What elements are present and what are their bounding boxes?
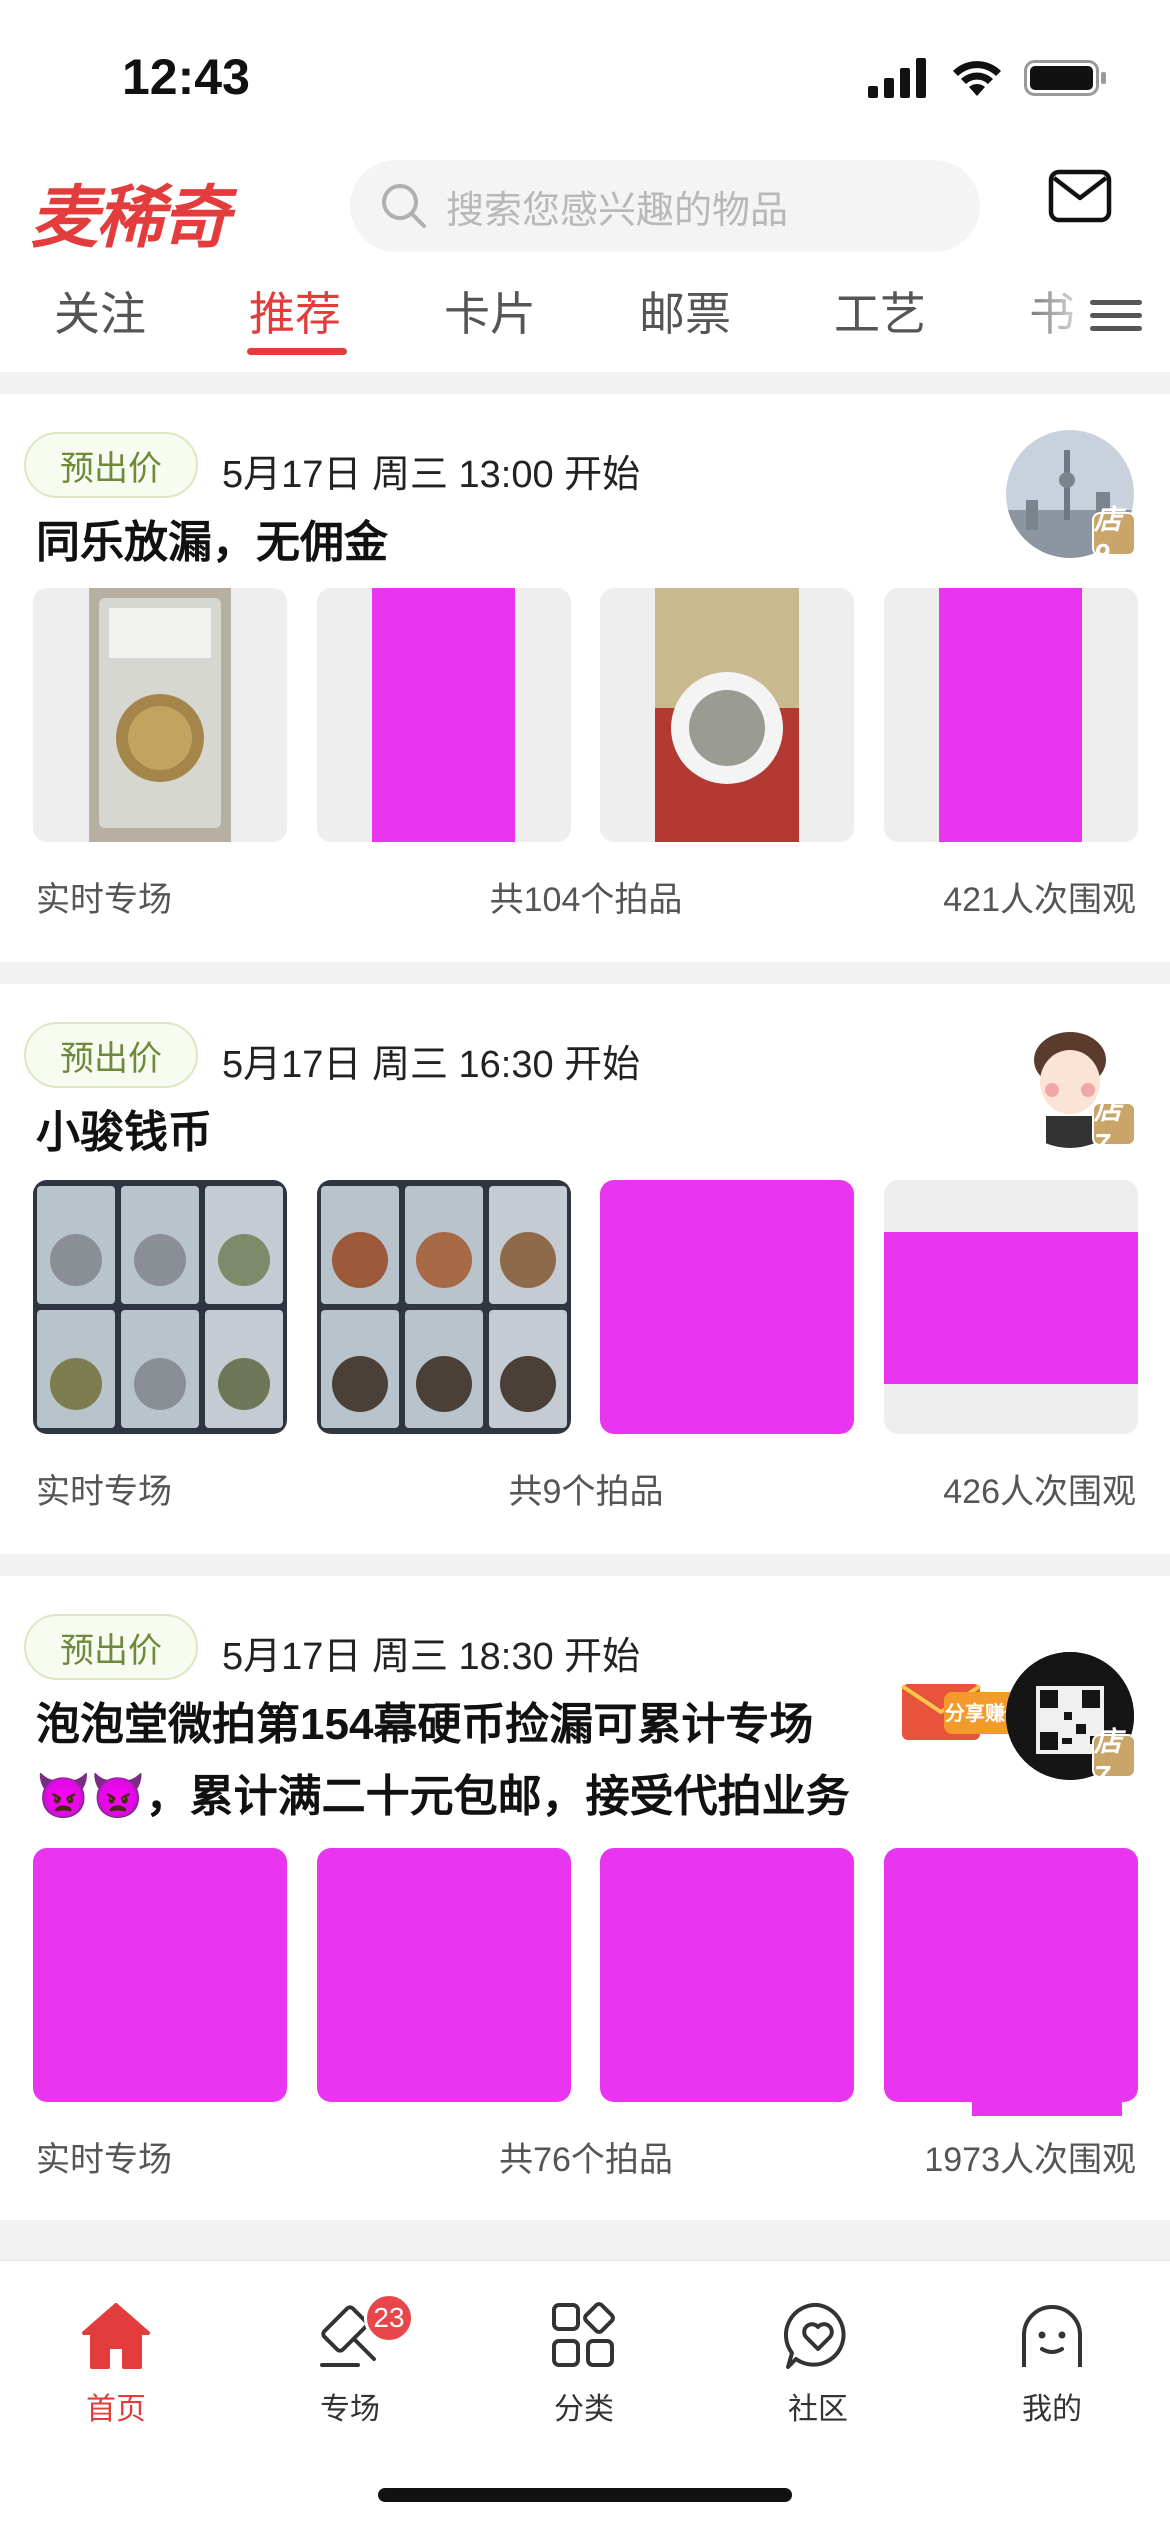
- profile-icon: [1022, 2305, 1082, 2367]
- tab-cards[interactable]: 卡片: [444, 278, 536, 344]
- image-placeholder[interactable]: [317, 1848, 571, 2102]
- session-type: 实时专场: [36, 2141, 172, 2179]
- nav-home[interactable]: 首页: [36, 2301, 196, 2428]
- section-separator: [0, 372, 1170, 394]
- image-placeholder-overflow: [972, 2088, 1122, 2116]
- lot-thumbnail[interactable]: [317, 588, 571, 842]
- sessions-count-badge: 23: [364, 2293, 414, 2343]
- session-type: 实时专场: [36, 1473, 172, 1511]
- session-type: 实时专场: [36, 881, 172, 919]
- coin-certificate-photo: [655, 588, 799, 842]
- nav-home-label: 首页: [86, 2393, 146, 2426]
- image-placeholder[interactable]: [600, 1848, 854, 2102]
- card-title-line1[interactable]: 泡泡堂微拍第154幕硬币捡漏可累计专场: [36, 1690, 896, 1760]
- start-time: 5月17日 周三 13:00 开始: [222, 454, 641, 496]
- menu-icon[interactable]: [1090, 296, 1142, 336]
- tab-crafts[interactable]: 工艺: [834, 278, 926, 344]
- search-bar[interactable]: 搜索您感兴趣的物品: [350, 160, 980, 252]
- nav-community[interactable]: 社区: [738, 2301, 898, 2428]
- image-placeholder[interactable]: [600, 1180, 854, 1434]
- copper-coins-photo: [317, 1180, 571, 1434]
- active-tab-indicator: [247, 348, 347, 355]
- lot-thumbnail[interactable]: [33, 1180, 287, 1434]
- wifi-icon: [953, 61, 1001, 96]
- card-stats: 共104个拍品 实时专场 421人次围观: [36, 872, 1136, 922]
- category-tabs: 关注 推荐 卡片 邮票 工艺 书: [0, 268, 1170, 370]
- mail-icon[interactable]: [1048, 168, 1112, 224]
- coin-slabs-photo: [33, 1180, 287, 1434]
- nav-profile[interactable]: 我的: [972, 2301, 1132, 2428]
- view-count: 426人次围观: [943, 1473, 1136, 1511]
- start-time: 5月17日 周三 16:30 开始: [222, 1044, 641, 1086]
- coin-slab-photo: [89, 588, 231, 842]
- image-placeholder[interactable]: [884, 1848, 1138, 2116]
- nav-sessions[interactable]: 23 专场: [270, 2293, 430, 2428]
- shop-level-badge: 店7: [1092, 1094, 1136, 1159]
- lot-thumbnail[interactable]: [317, 1180, 571, 1434]
- section-separator: [0, 1554, 1170, 1576]
- shop-level-badge: 店9: [1092, 504, 1136, 569]
- nav-category[interactable]: 分类: [504, 2301, 664, 2428]
- search-icon: [382, 184, 426, 228]
- tab-follow[interactable]: 关注: [54, 278, 146, 344]
- card-stats: 共76个拍品 实时专场 1973人次围观: [36, 2132, 1136, 2182]
- pre-bid-badge: 预出价: [24, 1022, 198, 1088]
- start-time: 5月17日 周三 18:30 开始: [222, 1636, 641, 1678]
- view-count: 421人次围观: [943, 881, 1136, 919]
- battery-icon: [1024, 60, 1106, 96]
- shop-level-badge: 店7: [1092, 1726, 1136, 1791]
- card-stats: 共9个拍品 实时专场 426人次围观: [36, 1464, 1136, 1514]
- lot-thumbnail[interactable]: [600, 588, 854, 842]
- home-indicator[interactable]: [378, 2488, 792, 2502]
- card-title[interactable]: 小骏钱币: [36, 1098, 896, 1168]
- home-icon: [82, 2303, 150, 2369]
- status-bar: 12:43: [0, 0, 1170, 150]
- lot-thumbnail[interactable]: [33, 588, 287, 842]
- nav-community-label: 社区: [788, 2393, 848, 2426]
- status-time: 12:43: [122, 49, 250, 105]
- view-count: 1973人次围观: [924, 2141, 1136, 2179]
- nav-sessions-label: 专场: [320, 2393, 380, 2426]
- image-placeholder: [372, 588, 515, 842]
- lot-thumbnail[interactable]: [884, 588, 1138, 842]
- pre-bid-badge: 预出价: [24, 432, 198, 498]
- tab-stamps[interactable]: 邮票: [639, 278, 731, 344]
- category-icon: [552, 2302, 615, 2367]
- pre-bid-badge: 预出价: [24, 1614, 198, 1680]
- community-icon: [784, 2302, 846, 2369]
- image-placeholder[interactable]: [33, 1848, 287, 2102]
- section-separator: [0, 2220, 1170, 2260]
- search-placeholder: 搜索您感兴趣的物品: [446, 189, 789, 232]
- nav-category-label: 分类: [554, 2393, 614, 2426]
- lot-thumbnail[interactable]: [884, 1180, 1138, 1434]
- image-placeholder: [939, 588, 1082, 842]
- status-icons: [868, 58, 1108, 98]
- card-title-line2[interactable]: 👿👿，累计满二十元包邮，接受代拍业务: [36, 1762, 896, 1832]
- signal-icon: [868, 58, 926, 98]
- app-logo[interactable]: 麦稀奇: [30, 162, 230, 261]
- card-title[interactable]: 同乐放漏，无佣金: [36, 508, 896, 578]
- image-placeholder: [884, 1232, 1138, 1384]
- nav-profile-label: 我的: [1022, 2393, 1082, 2426]
- tab-recommend[interactable]: 推荐: [249, 278, 341, 344]
- app-header: 麦稀奇 搜索您感兴趣的物品: [0, 150, 1170, 260]
- section-separator: [0, 962, 1170, 984]
